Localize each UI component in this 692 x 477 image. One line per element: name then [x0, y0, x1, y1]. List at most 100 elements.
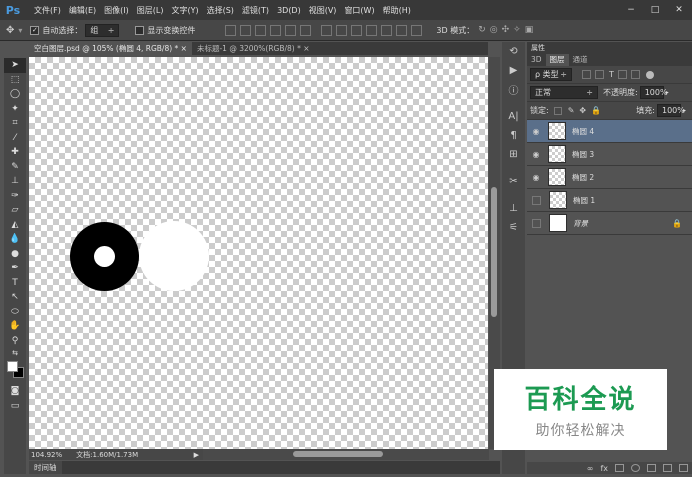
screen-mode-icon[interactable]: ▭ [4, 399, 26, 414]
filter-adjust-icon[interactable] [595, 70, 604, 79]
drag-3d-icon[interactable]: ✣ [502, 25, 510, 35]
horizontal-scroll-thumb[interactable] [293, 451, 383, 457]
info-panel-icon[interactable]: ⓘ [502, 80, 525, 99]
zoom-level[interactable]: 104.92% [31, 451, 62, 459]
show-transform-checkbox[interactable] [135, 25, 145, 35]
distribute-right-icon[interactable] [396, 24, 408, 36]
eye-icon[interactable]: ◉ [527, 127, 545, 136]
link-layers-icon[interactable]: ∞ [587, 464, 594, 473]
menu-layer[interactable]: 图层(L) [137, 5, 164, 16]
trash-icon[interactable] [679, 464, 688, 472]
move-tool-icon[interactable]: ➤ [4, 58, 26, 73]
menu-type[interactable]: 文字(Y) [171, 5, 198, 16]
layer-row[interactable]: ◉ 椭圆 2 [527, 166, 692, 189]
timeline-tab[interactable]: 时间轴 [29, 461, 62, 474]
opacity-input[interactable]: 100% [639, 86, 668, 99]
tool-presets-icon[interactable]: ✂ [502, 172, 525, 191]
eyedropper-tool-icon[interactable]: ⁄ [4, 131, 26, 146]
horizontal-scrollbar[interactable] [203, 449, 489, 460]
new-layer-icon[interactable] [663, 464, 672, 472]
blend-mode-dropdown[interactable]: 正常 ÷ [530, 86, 598, 99]
status-menu-arrow-icon[interactable]: ▶ [194, 451, 199, 459]
character-panel-icon[interactable]: A| [502, 107, 525, 126]
menu-view[interactable]: 视图(V) [309, 5, 337, 16]
document-canvas[interactable] [29, 57, 488, 449]
navigator-panel-icon[interactable]: ⊞ [502, 145, 525, 164]
scale-3d-icon[interactable]: ▣ [525, 25, 534, 35]
auto-select-checkbox[interactable]: ✓ [30, 25, 40, 35]
align-bottom-icon[interactable] [255, 24, 267, 36]
fill-slider-arrow-icon[interactable]: ▸ [683, 107, 686, 114]
tab-channels[interactable]: 通道 [569, 54, 592, 66]
visibility-toggle[interactable] [532, 218, 541, 228]
zoom-tool-icon[interactable]: ⚲ [4, 334, 26, 349]
paragraph-panel-icon[interactable]: ¶ [502, 126, 525, 145]
tab-document-2[interactable]: 未标题-1 @ 3200%(RGB/8) * × [192, 42, 315, 55]
move-tool-icon[interactable]: ✥ [6, 25, 14, 36]
history-brush-tool-icon[interactable]: ✑ [4, 189, 26, 204]
tab-document-1[interactable]: 空白图层.psd @ 105% (椭圆 4, RGB/8) * × [29, 42, 192, 55]
menu-window[interactable]: 窗口(W) [344, 5, 374, 16]
tab-layers[interactable]: 图层 [545, 54, 569, 66]
distribute-vcenter-icon[interactable] [336, 24, 348, 36]
close-button[interactable]: ✕ [668, 0, 690, 20]
foreground-color-swatch[interactable] [7, 361, 18, 372]
layer-name[interactable]: 背景 [573, 218, 588, 229]
lock-transparency-icon[interactable] [553, 106, 562, 115]
vertical-scroll-thumb[interactable] [491, 187, 497, 317]
dodge-tool-icon[interactable]: ● [4, 247, 26, 262]
auto-align-icon[interactable] [411, 24, 423, 36]
marquee-tool-icon[interactable]: ⬚ [4, 73, 26, 88]
rotate-3d-icon[interactable]: ↻ [478, 25, 486, 35]
hand-tool-icon[interactable]: ✋ [4, 319, 26, 334]
visibility-toggle[interactable] [532, 195, 541, 205]
type-tool-icon[interactable]: T [4, 276, 26, 291]
maximize-button[interactable]: □ [644, 0, 666, 20]
adjustments-panel-icon[interactable]: ⊥ [502, 199, 525, 218]
filter-kind-dropdown[interactable]: ρ 类型 ÷ [530, 68, 572, 81]
stamp-tool-icon[interactable]: ⊥ [4, 174, 26, 189]
brush-tool-icon[interactable]: ✎ [4, 160, 26, 175]
menu-select[interactable]: 选择(S) [207, 5, 234, 16]
opacity-slider-arrow-icon[interactable]: ▸ [666, 89, 669, 96]
white-circle-shape[interactable] [139, 221, 209, 291]
layer-name[interactable]: 椭圆 4 [572, 126, 594, 137]
eye-icon[interactable]: ◉ [527, 150, 545, 159]
blur-tool-icon[interactable]: 💧 [4, 232, 26, 247]
menu-filter[interactable]: 滤镜(T) [242, 5, 269, 16]
minimize-button[interactable]: − [620, 0, 642, 20]
lock-move-icon[interactable]: ✥ [579, 106, 586, 115]
black-ring-shape[interactable] [70, 222, 139, 291]
paint-bucket-tool-icon[interactable]: ◭ [4, 218, 26, 233]
fill-input[interactable]: 100% [656, 104, 685, 117]
roll-3d-icon[interactable]: ◎ [490, 25, 498, 35]
menu-image[interactable]: 图像(I) [104, 5, 129, 16]
menu-file[interactable]: 文件(F) [34, 5, 61, 16]
ellipse-tool-icon[interactable]: ⬭ [4, 305, 26, 320]
distribute-hcenter-icon[interactable] [381, 24, 393, 36]
layer-name[interactable]: 椭圆 3 [572, 149, 594, 160]
add-mask-icon[interactable] [615, 464, 624, 472]
filter-smart-icon[interactable] [630, 70, 640, 79]
layer-row[interactable]: ◉ 椭圆 3 [527, 143, 692, 166]
align-hcenter-icon[interactable] [285, 24, 297, 36]
layer-name[interactable]: 椭圆 1 [573, 195, 595, 206]
tab-3d[interactable]: 3D [527, 54, 546, 66]
align-left-icon[interactable] [270, 24, 282, 36]
layer-row[interactable]: 椭圆 1 [527, 189, 692, 212]
actions-panel-icon[interactable]: ▶ [502, 61, 525, 80]
layer-style-icon[interactable]: fx [600, 464, 608, 473]
slide-3d-icon[interactable]: ✧ [513, 25, 521, 35]
auto-select-dropdown[interactable]: 组 ÷ [85, 23, 120, 37]
distribute-left-icon[interactable] [366, 24, 378, 36]
layer-row[interactable]: ◉ 椭圆 4 [527, 120, 692, 143]
styles-panel-icon[interactable]: ⚟ [502, 218, 525, 237]
adjustment-layer-icon[interactable] [631, 464, 640, 472]
crop-tool-icon[interactable]: ⌗ [4, 116, 26, 131]
layer-row[interactable]: 背景 🔒 [527, 212, 692, 235]
eye-icon[interactable]: ◉ [527, 173, 545, 182]
history-panel-icon[interactable]: ⟲ [502, 42, 525, 61]
color-swatches[interactable] [4, 358, 26, 384]
align-right-icon[interactable] [300, 24, 312, 36]
lock-paint-icon[interactable]: ✎ [568, 106, 575, 115]
